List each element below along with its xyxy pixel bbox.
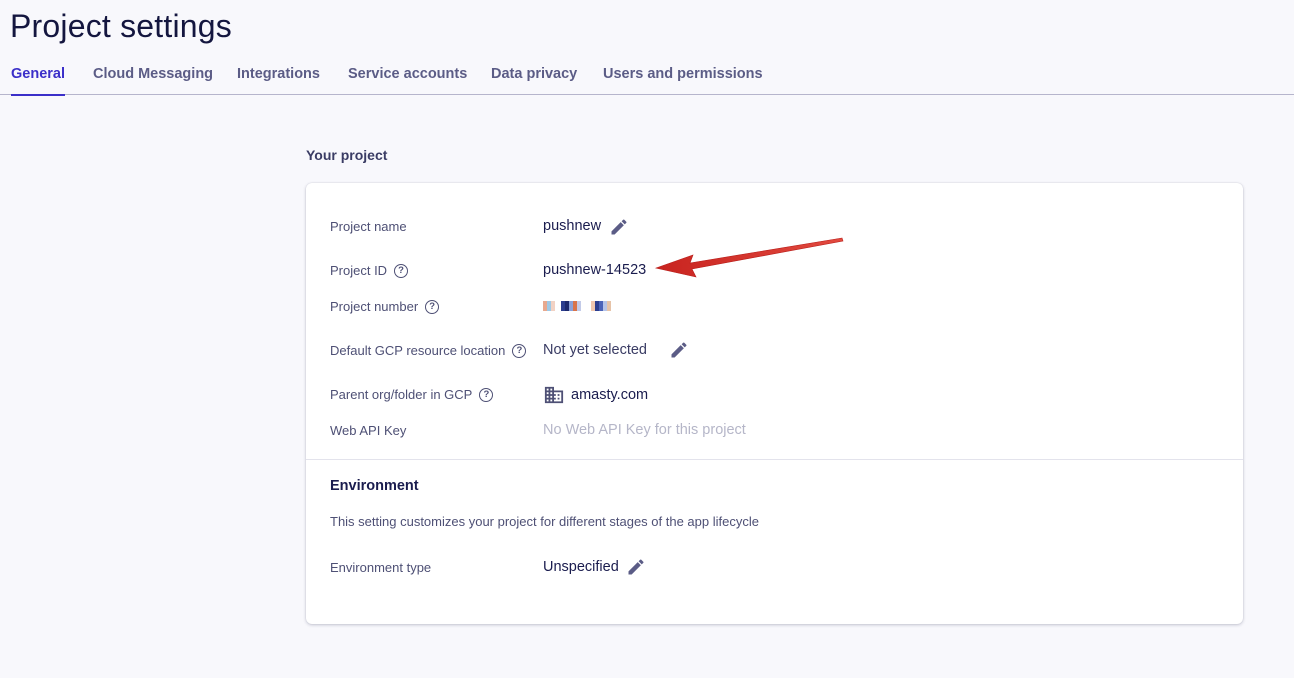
help-icon[interactable]: ?	[425, 299, 440, 314]
environment-description: This setting customizes your project for…	[330, 514, 759, 529]
project-number-value-redacted	[543, 301, 611, 311]
parent-org-label: Parent org/folder in GCP ?	[330, 387, 494, 402]
redacted-pixels	[543, 301, 611, 311]
page-title: Project settings	[10, 8, 232, 44]
parent-org-text: amasty.com	[571, 387, 649, 403]
project-id-label-text: Project ID	[330, 263, 388, 278]
parent-org-label-text: Parent org/folder in GCP	[330, 387, 473, 402]
gcp-location-label: Default GCP resource location ?	[330, 343, 527, 358]
web-api-key-value: No Web API Key for this project	[543, 422, 746, 438]
parent-org-value: amasty.com	[543, 385, 648, 405]
gcp-location-label-text: Default GCP resource location	[330, 343, 506, 358]
environment-type-value: Unspecified	[543, 559, 619, 575]
project-number-label: Project number ?	[330, 299, 440, 314]
environment-type-label-text: Environment type	[330, 560, 432, 575]
environment-type-label: Environment type	[330, 560, 431, 575]
project-name-value: pushnew	[543, 218, 602, 234]
tab-cloud-messaging[interactable]: Cloud Messaging	[93, 66, 213, 95]
project-card: Project name pushnew Project ID ? pushne…	[306, 183, 1243, 624]
project-id-value: pushnew-14523	[543, 262, 647, 278]
card-divider	[306, 459, 1243, 460]
environment-title: Environment	[330, 478, 419, 494]
help-icon[interactable]: ?	[394, 263, 409, 278]
building-icon	[544, 386, 564, 404]
tab-data-privacy[interactable]: Data privacy	[491, 66, 577, 95]
project-id-label: Project ID ?	[330, 263, 409, 278]
edit-project-name-button[interactable]	[608, 216, 630, 238]
tab-general[interactable]: General	[11, 66, 65, 96]
project-name-label-text: Project name	[330, 219, 407, 234]
tab-service-accounts[interactable]: Service accounts	[348, 66, 467, 95]
help-icon[interactable]: ?	[512, 343, 527, 358]
web-api-key-label-text: Web API Key	[330, 423, 407, 438]
edit-gcp-location-button[interactable]	[668, 339, 690, 361]
gcp-location-value: Not yet selected	[543, 342, 647, 358]
edit-environment-type-button[interactable]	[625, 556, 647, 578]
pencil-icon	[628, 559, 644, 575]
tab-integrations[interactable]: Integrations	[237, 66, 320, 95]
pencil-icon	[671, 342, 687, 358]
web-api-key-label: Web API Key	[330, 423, 406, 438]
section-label-your-project: Your project	[306, 147, 388, 163]
tab-users-and-permissions[interactable]: Users and permissions	[603, 66, 763, 95]
settings-tabs: General Cloud Messaging Integrations Ser…	[0, 58, 1294, 96]
pencil-icon	[611, 219, 627, 235]
help-icon[interactable]: ?	[479, 387, 494, 402]
project-number-label-text: Project number	[330, 299, 419, 314]
project-name-label: Project name	[330, 219, 407, 234]
